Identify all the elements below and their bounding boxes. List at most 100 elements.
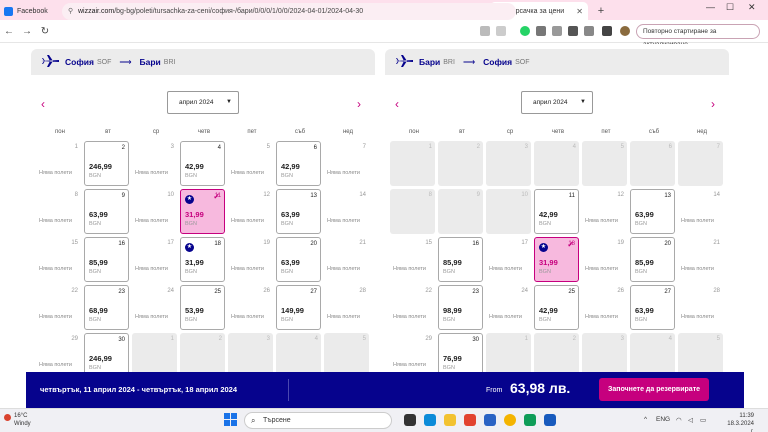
calendar-day[interactable]: 18 31,99 BGN ★ ✓ (534, 237, 579, 282)
no-flights-label: Няма полети (327, 266, 360, 272)
weekday-label: ср (152, 129, 160, 135)
back-icon[interactable]: ← (0, 26, 18, 37)
calendar-day[interactable]: 23 98,99 BGN (438, 285, 483, 330)
calendar-day: 24 Няма полети (486, 285, 531, 330)
store-icon[interactable] (484, 414, 496, 426)
wifi-icon[interactable]: ◠ (676, 416, 682, 424)
lang-indicator[interactable]: ENG (656, 416, 670, 423)
fare-price: 68,99 (89, 306, 108, 315)
no-flights-label: Няма полети (231, 266, 264, 272)
extension-icon-2[interactable] (552, 26, 562, 36)
prev-month-icon[interactable]: ‹ (41, 97, 45, 111)
calendar-day[interactable]: 16 85,99 BGN (438, 237, 483, 282)
calendar-day[interactable]: 6 42,99 BGN (276, 141, 321, 186)
tray-chevron-icon[interactable]: ^ (644, 416, 647, 423)
calendar-day[interactable]: 27 149,99 BGN (276, 285, 321, 330)
file-explorer-icon[interactable] (444, 414, 456, 426)
next-month-icon[interactable]: › (711, 97, 715, 111)
day-number: 22 (71, 288, 78, 294)
calendar-day[interactable]: 25 42,99 BGN (534, 285, 579, 330)
volume-icon[interactable]: ◁ (688, 416, 693, 424)
clock-time: 11:39 (739, 413, 754, 419)
word-icon[interactable] (544, 414, 556, 426)
close-window-icon[interactable]: ✕ (748, 2, 756, 13)
sidebar-icon[interactable] (602, 26, 612, 36)
calendar-day[interactable]: 13 63,99 BGN (276, 189, 321, 234)
weekday-label: съб (294, 129, 306, 135)
next-month-icon[interactable]: › (357, 97, 361, 111)
prev-month-icon[interactable]: ‹ (395, 97, 399, 111)
route-arrow-icon: ⟶ (119, 56, 132, 67)
weather-widget[interactable]: 16°C Windy (4, 412, 31, 428)
calendar-day: 15 Няма полети (36, 237, 81, 282)
calendar-day[interactable]: 20 63,99 BGN (276, 237, 321, 282)
day-number: 26 (263, 288, 270, 294)
url-field[interactable]: ⚲ wizzair.com/bg-bg/poleti/tursachka-za-… (62, 3, 516, 20)
taskbar-search-input[interactable]: ⌕ Търсене (244, 412, 392, 429)
calendar-day[interactable]: 11 42,99 BGN (534, 189, 579, 234)
calendar-day[interactable]: 18 31,99 BGN ★ (180, 237, 225, 282)
day-number: 3 (524, 144, 528, 150)
destination-city: Бари (139, 57, 161, 67)
maximize-icon[interactable]: ☐ (726, 2, 734, 13)
fare-currency: BGN (89, 221, 101, 227)
extension-icon[interactable] (536, 26, 546, 36)
search-icon: ⌕ (251, 416, 256, 425)
day-number: 3 (170, 144, 174, 150)
fare-currency: BGN (89, 365, 101, 371)
profile-avatar-icon[interactable] (620, 26, 630, 36)
tab-close-icon[interactable]: ✕ (576, 7, 583, 16)
calendar-day[interactable]: 25 53,99 BGN (180, 285, 225, 330)
calendar-day: 5 (324, 333, 369, 372)
day-number: 22 (425, 288, 432, 294)
minimize-icon[interactable]: — (706, 2, 715, 12)
star-icon[interactable] (496, 26, 506, 36)
app-icon[interactable] (464, 414, 476, 426)
relaunch-update-button[interactable]: Повторно стартиране за актуализиране (636, 24, 760, 48)
new-tab-icon[interactable]: + (594, 2, 608, 20)
calendar-day[interactable]: 2 246,99 BGN (84, 141, 129, 186)
calendar-day: 3 (228, 333, 273, 372)
chrome-icon[interactable] (504, 414, 516, 426)
calendar-day[interactable]: 23 68,99 BGN (84, 285, 129, 330)
battery-icon[interactable]: ▭ (700, 416, 706, 424)
outbound-calendar: София SOF ⟶ Бари BRI ‹ април 2024 ▼ › пон вт ср четв… (31, 49, 375, 372)
extension-icon-3[interactable] (568, 26, 578, 36)
fare-price: 98,99 (443, 306, 462, 315)
start-booking-button[interactable]: Започнете да резервирате (599, 378, 709, 401)
day-number: 16 (472, 241, 479, 247)
month-select[interactable]: април 2024 ▼ (521, 91, 593, 114)
calendar-day[interactable]: 30 246,99 BGN (84, 333, 129, 372)
reload-icon[interactable]: ↻ (36, 26, 54, 37)
forward-icon[interactable]: → (18, 26, 36, 37)
fare-currency: BGN (635, 269, 647, 275)
translate-icon[interactable] (480, 26, 490, 36)
calendar-day: 3 (486, 141, 531, 186)
calendar-day[interactable]: 27 63,99 BGN (630, 285, 675, 330)
start-windows-icon[interactable] (224, 413, 238, 427)
task-view-icon[interactable] (404, 414, 416, 426)
calendar-day: 26 Няма полети (228, 285, 273, 330)
day-number: 28 (359, 288, 366, 294)
calendar-day[interactable]: 30 76,99 BGN (438, 333, 483, 372)
calendar-day[interactable]: 16 85,99 BGN (84, 237, 129, 282)
clock[interactable]: 11:39 18.3.2024 г. (724, 412, 754, 432)
calendar-day: 17 Няма полети (486, 237, 531, 282)
no-flights-label: Няма полети (135, 170, 168, 176)
calendar-day[interactable]: 4 42,99 BGN (180, 141, 225, 186)
extension-whatsapp-icon[interactable] (520, 26, 530, 36)
calendar-day[interactable]: 11 31,99 BGN ★ ✓ (180, 189, 225, 234)
skype-icon[interactable] (524, 414, 536, 426)
fare-price: 85,99 (443, 258, 462, 267)
calendar-day[interactable]: 13 63,99 BGN (630, 189, 675, 234)
calendar-day: 26 Няма полети (582, 285, 627, 330)
month-select[interactable]: април 2024 ▼ (167, 91, 239, 114)
calendar-day[interactable]: 20 85,99 BGN (630, 237, 675, 282)
edge-icon[interactable] (424, 414, 436, 426)
site-info-icon[interactable]: ⚲ (68, 3, 73, 20)
puzzle-icon[interactable] (584, 26, 594, 36)
day-number: 21 (713, 240, 720, 246)
calendar-day[interactable]: 9 63,99 BGN (84, 189, 129, 234)
no-flights-label: Няма полети (681, 218, 714, 224)
no-flights-label: Няма полети (135, 218, 168, 224)
